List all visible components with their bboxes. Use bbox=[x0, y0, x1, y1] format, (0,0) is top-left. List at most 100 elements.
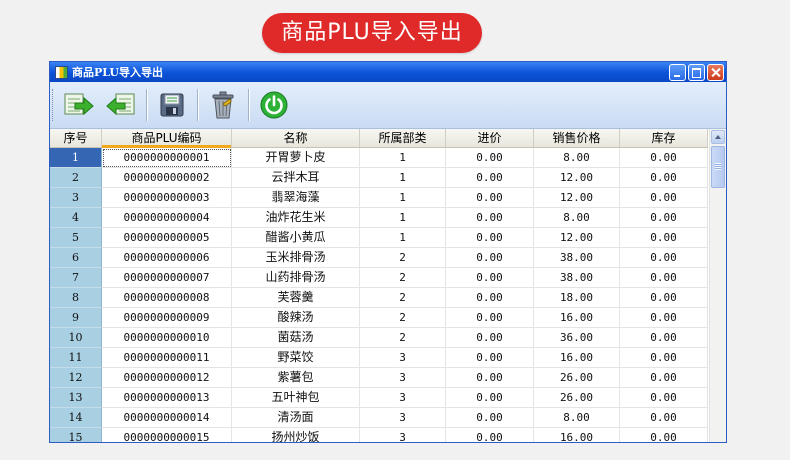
plu-table[interactable]: 序号 商品PLU编码 名称 所属部类 进价 销售价格 库存 1 000000000… bbox=[50, 129, 726, 442]
table-row[interactable]: 4 0000000000004 油炸花生米 1 0.00 8.00 0.00 bbox=[50, 208, 708, 228]
category-cell: 3 bbox=[360, 428, 446, 442]
row-index[interactable]: 2 bbox=[50, 168, 102, 188]
category-cell: 1 bbox=[360, 228, 446, 248]
sale-price-cell: 16.00 bbox=[534, 348, 620, 368]
table-row[interactable]: 3 0000000000003 翡翠海藻 1 0.00 12.00 0.00 bbox=[50, 188, 708, 208]
table-row[interactable]: 5 0000000000005 醋酱小黄瓜 1 0.00 12.00 0.00 bbox=[50, 228, 708, 248]
name-cell: 开胃萝卜皮 bbox=[232, 148, 360, 168]
save-button[interactable] bbox=[155, 88, 189, 122]
plu-window: 商品PLU导入导出 序号 商品PLU编码 名称 所属部类 进价 销售价格 库存 … bbox=[49, 61, 727, 443]
cost-price-cell: 0.00 bbox=[446, 188, 534, 208]
category-cell: 1 bbox=[360, 188, 446, 208]
export-icon bbox=[106, 93, 135, 116]
banner-title: 商品PLU导入导出 bbox=[262, 13, 482, 53]
minimize-button[interactable] bbox=[669, 63, 686, 81]
column-header[interactable]: 进价 bbox=[446, 129, 534, 147]
plu-code-cell: 0000000000013 bbox=[102, 388, 232, 408]
import-button[interactable] bbox=[62, 88, 96, 122]
stock-cell: 0.00 bbox=[620, 428, 708, 442]
name-cell: 玉米排骨汤 bbox=[232, 248, 360, 268]
vertical-scrollbar[interactable] bbox=[709, 129, 726, 442]
stock-cell: 0.00 bbox=[620, 228, 708, 248]
table-row[interactable]: 14 0000000000014 清汤面 3 0.00 8.00 0.00 bbox=[50, 408, 708, 428]
stock-cell: 0.00 bbox=[620, 408, 708, 428]
table-row[interactable]: 7 0000000000007 山药排骨汤 2 0.00 38.00 0.00 bbox=[50, 268, 708, 288]
toolbar bbox=[50, 82, 726, 129]
table-row[interactable]: 6 0000000000006 玉米排骨汤 2 0.00 38.00 0.00 bbox=[50, 248, 708, 268]
exit-button[interactable] bbox=[257, 88, 291, 122]
row-index[interactable]: 8 bbox=[50, 288, 102, 308]
plu-code-cell: 0000000000009 bbox=[102, 308, 232, 328]
category-cell: 1 bbox=[360, 148, 446, 168]
stock-cell: 0.00 bbox=[620, 268, 708, 288]
row-index[interactable]: 4 bbox=[50, 208, 102, 228]
row-index[interactable]: 14 bbox=[50, 408, 102, 428]
row-index[interactable]: 6 bbox=[50, 248, 102, 268]
table-row[interactable]: 2 0000000000002 云拌木耳 1 0.00 12.00 0.00 bbox=[50, 168, 708, 188]
stock-cell: 0.00 bbox=[620, 288, 708, 308]
maximize-button[interactable] bbox=[688, 63, 705, 81]
table-row[interactable]: 11 0000000000011 野菜饺 3 0.00 16.00 0.00 bbox=[50, 348, 708, 368]
cost-price-cell: 0.00 bbox=[446, 328, 534, 348]
scroll-up-arrow-icon[interactable] bbox=[711, 130, 725, 144]
toolbar-grip[interactable] bbox=[52, 89, 56, 121]
column-header[interactable]: 所属部类 bbox=[360, 129, 446, 147]
column-header[interactable]: 名称 bbox=[232, 129, 360, 147]
column-header[interactable]: 销售价格 bbox=[534, 129, 620, 147]
name-cell: 翡翠海藻 bbox=[232, 188, 360, 208]
row-index[interactable]: 12 bbox=[50, 368, 102, 388]
toolbar-separator bbox=[248, 89, 249, 121]
name-cell: 扬州炒饭 bbox=[232, 428, 360, 442]
name-cell: 云拌木耳 bbox=[232, 168, 360, 188]
stock-cell: 0.00 bbox=[620, 208, 708, 228]
category-cell: 2 bbox=[360, 248, 446, 268]
name-cell: 五叶神包 bbox=[232, 388, 360, 408]
column-header[interactable]: 库存 bbox=[620, 129, 708, 147]
table-body: 1 0000000000001 开胃萝卜皮 1 0.00 8.00 0.00 2 0000000… bbox=[50, 148, 708, 442]
plu-code-cell: 0000000000008 bbox=[102, 288, 232, 308]
stock-cell: 0.00 bbox=[620, 348, 708, 368]
stock-cell: 0.00 bbox=[620, 368, 708, 388]
plu-code-cell: 0000000000007 bbox=[102, 268, 232, 288]
name-cell: 酸辣汤 bbox=[232, 308, 360, 328]
table-row[interactable]: 8 0000000000008 芙蓉羹 2 0.00 18.00 0.00 bbox=[50, 288, 708, 308]
export-button[interactable] bbox=[104, 88, 138, 122]
sale-price-cell: 8.00 bbox=[534, 408, 620, 428]
cost-price-cell: 0.00 bbox=[446, 428, 534, 442]
row-index[interactable]: 7 bbox=[50, 268, 102, 288]
row-index[interactable]: 9 bbox=[50, 308, 102, 328]
stock-cell: 0.00 bbox=[620, 148, 708, 168]
close-button[interactable] bbox=[707, 63, 724, 81]
category-cell: 2 bbox=[360, 328, 446, 348]
table-row[interactable]: 10 0000000000010 菌菇汤 2 0.00 36.00 0.00 bbox=[50, 328, 708, 348]
column-header[interactable]: 商品PLU编码 bbox=[102, 129, 232, 148]
delete-button[interactable] bbox=[206, 88, 240, 122]
sale-price-cell: 12.00 bbox=[534, 168, 620, 188]
category-cell: 2 bbox=[360, 268, 446, 288]
plu-code-cell: 0000000000001 bbox=[102, 148, 232, 168]
cost-price-cell: 0.00 bbox=[446, 288, 534, 308]
row-index[interactable]: 10 bbox=[50, 328, 102, 348]
scroll-thumb[interactable] bbox=[711, 146, 725, 188]
plu-code-cell: 0000000000005 bbox=[102, 228, 232, 248]
table-row[interactable]: 1 0000000000001 开胃萝卜皮 1 0.00 8.00 0.00 bbox=[50, 148, 708, 168]
row-index[interactable]: 3 bbox=[50, 188, 102, 208]
window-titlebar[interactable]: 商品PLU导入导出 bbox=[50, 62, 726, 82]
row-index[interactable]: 13 bbox=[50, 388, 102, 408]
category-cell: 2 bbox=[360, 308, 446, 328]
row-index[interactable]: 11 bbox=[50, 348, 102, 368]
table-row[interactable]: 9 0000000000009 酸辣汤 2 0.00 16.00 0.00 bbox=[50, 308, 708, 328]
table-row[interactable]: 12 0000000000012 紫薯包 3 0.00 26.00 0.00 bbox=[50, 368, 708, 388]
toolbar-separator bbox=[197, 89, 198, 121]
row-index[interactable]: 15 bbox=[50, 428, 102, 442]
cost-price-cell: 0.00 bbox=[446, 388, 534, 408]
table-row[interactable]: 15 0000000000015 扬州炒饭 3 0.00 16.00 0.00 bbox=[50, 428, 708, 442]
category-cell: 3 bbox=[360, 408, 446, 428]
save-icon bbox=[160, 93, 184, 117]
row-index[interactable]: 5 bbox=[50, 228, 102, 248]
column-header[interactable]: 序号 bbox=[50, 129, 102, 147]
sale-price-cell: 8.00 bbox=[534, 208, 620, 228]
plu-code-cell: 0000000000002 bbox=[102, 168, 232, 188]
table-row[interactable]: 13 0000000000013 五叶神包 3 0.00 26.00 0.00 bbox=[50, 388, 708, 408]
row-index[interactable]: 1 bbox=[50, 148, 102, 168]
